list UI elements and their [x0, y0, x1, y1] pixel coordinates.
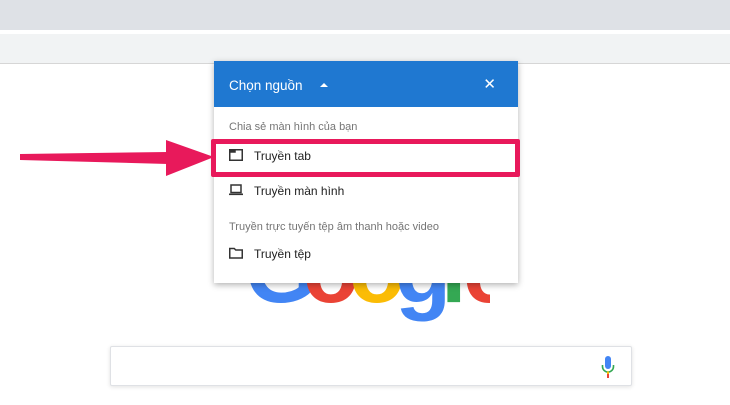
close-icon[interactable]: ✕ — [483, 77, 496, 92]
option-cast-file[interactable]: Truyền tệp — [214, 239, 518, 269]
dialog-title[interactable]: Chọn nguồn — [229, 78, 303, 93]
search-input[interactable] — [110, 346, 632, 386]
option-label: Truyền tệp — [254, 247, 311, 261]
browser-tab-strip — [0, 0, 730, 30]
option-label: Truyền màn hình — [254, 184, 345, 198]
dialog-header: Chọn nguồn ✕ — [214, 61, 518, 107]
highlight-annotation — [211, 139, 520, 177]
toolbar-divider — [0, 30, 730, 34]
arrow-annotation — [20, 140, 214, 176]
laptop-icon — [229, 184, 243, 196]
option-cast-screen[interactable]: Truyền màn hình — [214, 176, 518, 206]
caret-up-icon[interactable] — [320, 83, 328, 87]
section-label-stream: Truyền trực tuyến tệp âm thanh hoặc vide… — [229, 221, 439, 233]
section-label-share: Chia sẻ màn hình của bạn — [229, 121, 358, 133]
folder-icon — [229, 247, 243, 259]
browser-toolbar — [0, 30, 730, 64]
microphone-icon[interactable] — [601, 356, 615, 378]
